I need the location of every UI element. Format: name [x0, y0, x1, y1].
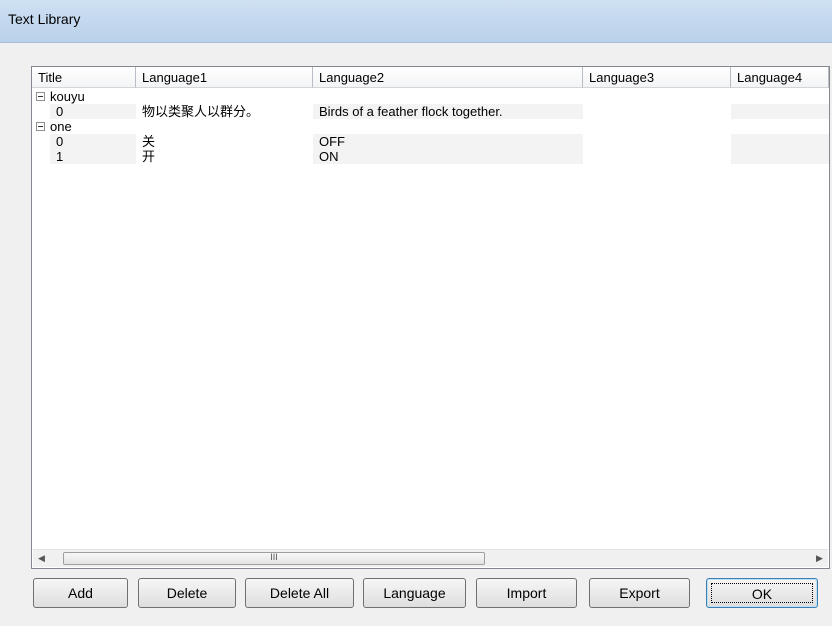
title-bar[interactable]: Text Library — [0, 0, 832, 43]
row-language2-cell: OFF — [313, 134, 583, 149]
scroll-right-arrow-icon[interactable]: ▶ — [811, 550, 828, 567]
export-button[interactable]: Export — [589, 578, 690, 608]
scroll-left-arrow-icon[interactable]: ◀ — [33, 550, 50, 567]
table-row[interactable]: 0 关 OFF — [32, 134, 829, 149]
add-button[interactable]: Add — [33, 578, 128, 608]
row-language2-cell: Birds of a feather flock together. — [313, 104, 583, 119]
ok-button-label: OK — [711, 583, 813, 603]
row-language4-cell — [731, 104, 829, 119]
window-title: Text Library — [8, 11, 81, 27]
language-button[interactable]: Language — [363, 578, 466, 608]
scroll-thumb[interactable]: III — [63, 552, 485, 565]
row-language1-cell: 关 — [142, 134, 156, 149]
table-row[interactable]: 0 物以类聚人以群分。 Birds of a feather flock tog… — [32, 104, 829, 119]
delete-button[interactable]: Delete — [138, 578, 236, 608]
group-name: one — [50, 119, 72, 134]
column-header-language2[interactable]: Language2 — [313, 67, 583, 88]
column-header-language3[interactable]: Language3 — [583, 67, 731, 88]
column-header-language1[interactable]: Language1 — [136, 67, 313, 88]
row-language1-cell: 物以类聚人以群分。 — [142, 104, 260, 119]
column-header: Title Language1 Language2 Language3 Lang… — [32, 67, 829, 89]
delete-all-button[interactable]: Delete All — [245, 578, 354, 608]
column-header-title[interactable]: Title — [32, 67, 136, 88]
ok-button[interactable]: OK — [706, 578, 818, 608]
table-row[interactable]: 1 开 ON — [32, 149, 829, 164]
column-header-language4[interactable]: Language4 — [731, 67, 829, 88]
row-language4-cell — [731, 134, 829, 149]
horizontal-scrollbar[interactable]: ◀ III ▶ — [33, 549, 828, 567]
row-language2-cell: ON — [313, 149, 583, 164]
group-name: kouyu — [50, 89, 85, 104]
text-library-list[interactable]: Title Language1 Language2 Language3 Lang… — [31, 66, 830, 569]
import-button[interactable]: Import — [476, 578, 577, 608]
group-row-one[interactable]: one — [32, 119, 829, 134]
row-language3-cell — [583, 134, 731, 149]
table-body: kouyu 0 物以类聚人以群分。 Birds of a feather flo… — [32, 89, 829, 164]
row-language3-cell — [583, 149, 731, 164]
row-title-cell: 0 — [50, 134, 136, 149]
row-language3-cell — [583, 104, 731, 119]
row-title-cell: 0 — [50, 104, 136, 119]
row-title-cell: 1 — [50, 149, 136, 164]
group-row-kouyu[interactable]: kouyu — [32, 89, 829, 104]
row-language4-cell — [731, 149, 829, 164]
row-language1-cell: 开 — [142, 149, 156, 164]
